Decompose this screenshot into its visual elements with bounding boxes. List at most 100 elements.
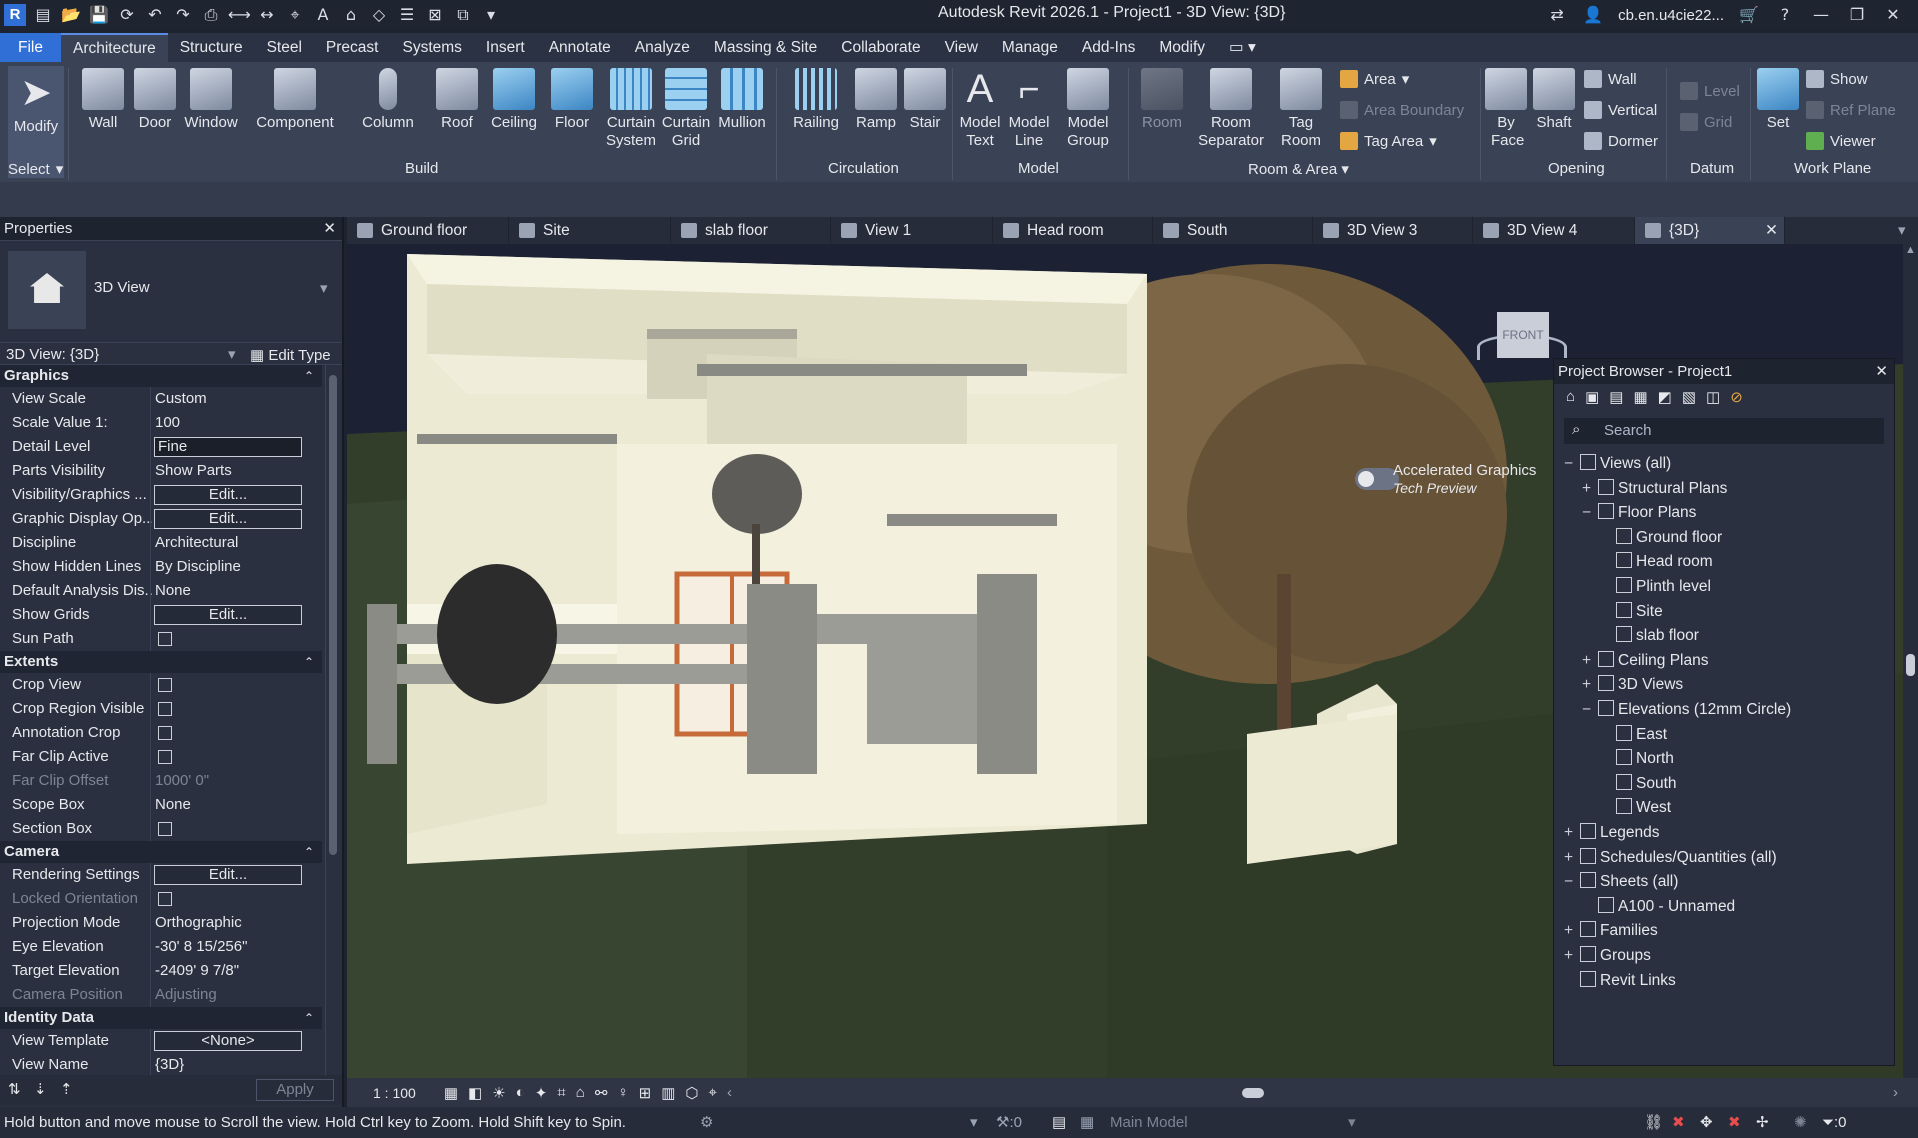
grid-button[interactable]: Grid xyxy=(1680,113,1732,131)
property-checkbox[interactable] xyxy=(158,702,172,716)
sort-desc-icon[interactable]: ⇡ xyxy=(60,1080,73,1098)
filter-icon[interactable]: ⏷:0 xyxy=(1822,1107,1847,1138)
property-value[interactable]: 1000' 0" xyxy=(155,772,209,789)
help-icon[interactable]: ? xyxy=(1774,4,1796,26)
property-edit-button[interactable]: Edit... xyxy=(154,605,302,625)
text-icon[interactable]: A xyxy=(312,4,334,26)
browser-tree-item[interactable]: + Families xyxy=(1564,921,1658,940)
tab-list-icon[interactable]: ▾ xyxy=(1898,217,1918,244)
property-value[interactable]: None xyxy=(155,796,191,813)
browser-tree-item[interactable]: − Views (all) xyxy=(1564,454,1671,473)
user-name[interactable]: cb.en.u4cie22... xyxy=(1618,7,1724,24)
minimize-icon[interactable]: — xyxy=(1810,4,1832,26)
property-edit-button[interactable]: Edit... xyxy=(154,865,302,885)
column-button[interactable]: Column xyxy=(358,68,418,132)
tab-insert[interactable]: Insert xyxy=(474,33,537,62)
expand-icon[interactable]: + xyxy=(1582,676,1598,694)
property-value[interactable]: By Discipline xyxy=(155,558,241,575)
select-dropdown[interactable]: Select ▾ xyxy=(8,160,63,179)
analytical-model-icon[interactable]: ⌖ xyxy=(709,1084,717,1101)
area-boundary-button[interactable]: Area Boundary xyxy=(1340,101,1464,119)
select-pinned-icon[interactable]: ✥ xyxy=(1700,1107,1713,1138)
property-value[interactable]: {3D} xyxy=(155,1056,184,1073)
save-icon[interactable]: 💾 xyxy=(88,4,110,26)
aligned-dimension-icon[interactable]: ↔ xyxy=(256,4,278,26)
browser-tree-item[interactable]: slab floor xyxy=(1600,626,1699,645)
reveal-hidden-icon[interactable]: ⊞ xyxy=(639,1084,652,1102)
property-value[interactable]: -2409' 9 7/8" xyxy=(155,962,239,979)
room-button[interactable]: Room xyxy=(1136,68,1188,132)
measure-icon[interactable]: ⟷ xyxy=(228,4,251,26)
dormer-button[interactable]: Dormer xyxy=(1584,132,1658,150)
railing-button[interactable]: Railing xyxy=(788,68,844,132)
viewer-button[interactable]: Viewer xyxy=(1806,132,1876,150)
tab-collaborate[interactable]: Collaborate xyxy=(829,33,932,62)
temporary-hide-icon[interactable]: ♀ xyxy=(617,1084,628,1101)
tab-precast[interactable]: Precast xyxy=(314,33,391,62)
print-icon[interactable]: ⎙ xyxy=(200,4,222,26)
sun-path-icon[interactable]: ☀ xyxy=(492,1084,505,1102)
property-value[interactable]: -30' 8 15/256" xyxy=(155,938,247,955)
detail-level-icon[interactable]: ▦ xyxy=(444,1084,458,1102)
browser-tree-item[interactable]: + Groups xyxy=(1564,946,1651,965)
worksharing-display-icon[interactable]: ▥ xyxy=(661,1084,675,1102)
build-panel-label[interactable]: Build xyxy=(405,160,438,177)
set-work-plane-button[interactable]: Set xyxy=(1756,68,1800,132)
edit-type-button[interactable]: ▦ Edit Type xyxy=(250,346,331,364)
property-group-header[interactable]: Identity Data ⌃ xyxy=(0,1007,322,1029)
view-tab-site[interactable]: Site xyxy=(509,217,671,244)
browser-tree-item[interactable]: North xyxy=(1600,749,1674,768)
viewcube[interactable]: FRONT xyxy=(1467,308,1577,360)
property-edit-button[interactable]: <None> xyxy=(154,1031,302,1051)
property-edit-button[interactable]: Edit... xyxy=(154,509,302,529)
property-value[interactable]: Architectural xyxy=(155,534,238,551)
tab-steel[interactable]: Steel xyxy=(255,33,314,62)
links-filter-icon[interactable]: ⊘ xyxy=(1730,388,1743,408)
property-checkbox[interactable] xyxy=(158,726,172,740)
expand-icon[interactable]: + xyxy=(1564,947,1580,965)
shaft-button[interactable]: Shaft xyxy=(1532,68,1576,132)
scrollbar-thumb[interactable] xyxy=(329,375,337,855)
tag-icon[interactable]: ⌖ xyxy=(284,4,306,26)
browser-tree-item[interactable]: Head room xyxy=(1600,552,1713,571)
close-hidden-icon[interactable]: ⊠ xyxy=(424,4,446,26)
tab-annotate[interactable]: Annotate xyxy=(537,33,623,62)
tab-modify[interactable]: Modify xyxy=(1147,33,1217,62)
browser-tree-item[interactable]: West xyxy=(1600,798,1671,817)
show-work-plane-button[interactable]: Show xyxy=(1806,70,1868,88)
user-icon[interactable]: 👤 xyxy=(1582,4,1604,26)
tab-structure[interactable]: Structure xyxy=(168,33,255,62)
scrollbar-thumb[interactable] xyxy=(1906,654,1915,676)
select-by-face-icon[interactable]: ✖ xyxy=(1728,1107,1741,1138)
browser-tree-item[interactable]: A100 - Unnamed xyxy=(1582,896,1735,916)
property-value[interactable]: None xyxy=(155,582,191,599)
view-tab-south[interactable]: South xyxy=(1153,217,1313,244)
wall-opening-button[interactable]: Wall xyxy=(1584,70,1637,88)
wall-button[interactable]: Wall xyxy=(78,68,128,132)
editing-requests-icon[interactable]: ⚒:0 xyxy=(996,1107,1022,1138)
collapse-icon[interactable]: − xyxy=(1582,701,1598,719)
cart-icon[interactable]: 🛒 xyxy=(1738,4,1760,26)
expand-icon[interactable]: + xyxy=(1564,922,1580,940)
view-tab-view-1[interactable]: View 1 xyxy=(831,217,993,244)
crop-view-icon[interactable]: ⌗ xyxy=(557,1084,565,1101)
drag-elements-icon[interactable]: ✢ xyxy=(1756,1107,1769,1138)
sort-asc-icon[interactable]: ⇣ xyxy=(34,1080,47,1098)
families-filter-icon[interactable]: ◩ xyxy=(1658,388,1672,408)
open-icon[interactable]: 📂 xyxy=(60,4,82,26)
curtain-grid-button[interactable]: Curtain Grid xyxy=(660,68,712,150)
expand-icon[interactable]: + xyxy=(1564,849,1580,867)
schedules-filter-icon[interactable]: ▤ xyxy=(1609,388,1623,408)
tab-manage[interactable]: Manage xyxy=(990,33,1070,62)
model-line-button[interactable]: ⌐ Model Line xyxy=(1006,68,1052,150)
close-tab-icon[interactable]: ✕ xyxy=(1765,217,1778,244)
area-button[interactable]: Area ▾ xyxy=(1340,70,1409,88)
horizontal-scrollbar[interactable] xyxy=(742,1087,1873,1098)
scroll-right-icon[interactable]: › xyxy=(1893,1084,1898,1101)
property-checkbox[interactable] xyxy=(158,822,172,836)
property-value[interactable]: Orthographic xyxy=(155,914,242,931)
share-icon[interactable]: ⇄ xyxy=(1546,4,1568,26)
select-underlay-icon[interactable]: ✖ xyxy=(1672,1107,1685,1138)
room-separator-button[interactable]: Room Separator xyxy=(1196,68,1266,150)
expand-icon[interactable]: + xyxy=(1582,480,1598,498)
